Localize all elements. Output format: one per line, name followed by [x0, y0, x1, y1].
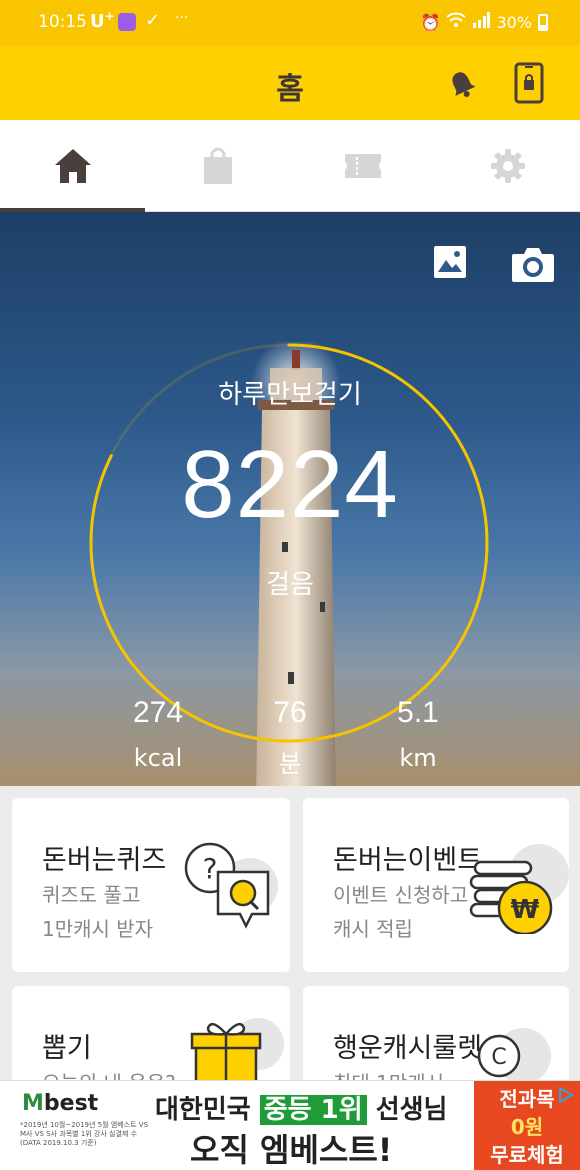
stat-calories: 274 kcal	[98, 696, 218, 772]
svg-text:?: ?	[203, 852, 218, 885]
card-title: 뽑기	[42, 1033, 92, 1064]
svg-text:C: C	[491, 1045, 506, 1070]
tab-settings[interactable]	[435, 120, 580, 212]
battery-icon	[538, 13, 548, 31]
stat-unit: 분	[278, 750, 302, 778]
status-time: 10:15	[38, 12, 87, 32]
ad-brand: Mbest	[22, 1091, 99, 1116]
lock-screen-icon[interactable]	[514, 62, 544, 104]
shopping-bag-icon	[203, 147, 232, 184]
card-title: 행운캐시룰렛	[333, 1033, 483, 1064]
stat-distance: 5.1 km	[358, 696, 478, 772]
card-title: 돈버는이벤트	[333, 845, 483, 876]
quiz-icon: ?	[184, 842, 278, 929]
battery-percent: 30%	[496, 12, 532, 32]
tab-ticket[interactable]	[290, 120, 435, 212]
ad-slogan: 오직 엠베스트!	[190, 1131, 393, 1169]
step-unit: 걸음	[266, 570, 314, 600]
more-notifications-icon: ···	[175, 10, 189, 26]
stat-unit: km	[399, 744, 437, 772]
signal-icon	[472, 12, 491, 32]
ticket-icon	[344, 154, 381, 178]
ad-banner[interactable]: Mbest *2019년 10월~2019년 5월 엠베스트 VS M사 VS …	[0, 1080, 580, 1170]
stat-unit: kcal	[133, 744, 183, 772]
app-bar: 홈	[0, 46, 580, 120]
stat-value: 76	[273, 696, 307, 729]
status-right: ⏰ 30%	[421, 12, 548, 32]
status-bar: 10:15 U+ ✓ ··· ⏰ 30%	[0, 0, 580, 46]
home-icon	[54, 149, 91, 183]
ad-fine-print: *2019년 10월~2019년 5월 엠베스트 VS M사 VS S사 과목별…	[20, 1121, 149, 1147]
card-description: 이벤트 신청하고 캐시 적립	[333, 883, 469, 941]
step-count: 8224	[181, 431, 399, 538]
card-money-event[interactable]: 돈버는이벤트 이벤트 신청하고 캐시 적립 ₩	[303, 798, 569, 972]
stat-value: 5.1	[397, 696, 439, 729]
card-title: 돈버는퀴즈	[42, 845, 167, 876]
tab-shop[interactable]	[145, 120, 290, 212]
card-money-quiz[interactable]: 돈버는퀴즈 퀴즈도 풀고 1만캐시 받자 ?	[12, 798, 290, 972]
coin-stack-icon: ₩	[469, 844, 569, 934]
ad-headline: 대한민국 중등 1위 선생님	[155, 1095, 448, 1125]
notification-app-icon	[118, 13, 136, 31]
camera-icon[interactable]	[510, 244, 556, 284]
carrier-label: U+	[90, 9, 115, 32]
download-done-icon: ✓	[145, 10, 161, 31]
ad-choices-icon[interactable]	[556, 1085, 576, 1105]
tab-bar	[0, 120, 580, 212]
wifi-icon	[446, 12, 467, 32]
page-title: 홈	[276, 72, 304, 107]
gallery-icon[interactable]	[432, 244, 468, 280]
step-counter-panel: 하루만보걷기 8224 걸음 274 kcal 76 분 5.1 km	[0, 212, 580, 786]
svg-text:₩: ₩	[511, 895, 540, 925]
alarm-icon: ⏰	[420, 12, 441, 32]
stat-value: 274	[132, 696, 184, 729]
bell-icon[interactable]	[446, 68, 478, 100]
gear-icon	[490, 149, 525, 183]
step-goal-title: 하루만보걷기	[218, 380, 362, 410]
card-description: 퀴즈도 풀고 1만캐시 받자	[42, 883, 154, 941]
stat-minutes: 76 분	[230, 696, 350, 779]
tab-home[interactable]	[0, 120, 145, 212]
